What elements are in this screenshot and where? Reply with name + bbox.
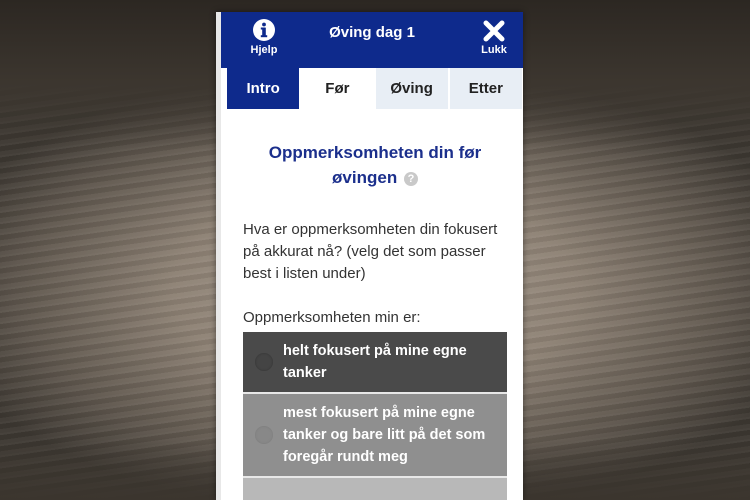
- main-content: Oppmerksomheten din før øvingen ? Hva er…: [221, 140, 523, 500]
- tab-oving[interactable]: Øving: [375, 68, 448, 109]
- option-item[interactable]: helt fokusert på mine egne tanker: [243, 332, 507, 394]
- help-label: Hjelp: [250, 44, 278, 56]
- header-bar: Hjelp Øving dag 1 Lukk: [221, 12, 523, 68]
- answer-label: Oppmerksomheten min er:: [243, 309, 421, 326]
- radio-button-icon[interactable]: [255, 353, 273, 371]
- close-button[interactable]: Lukk: [469, 18, 519, 56]
- option-list: helt fokusert på mine egne tanker mest f…: [243, 332, 507, 500]
- section-title-line2: øvingen: [332, 168, 398, 187]
- close-label: Lukk: [481, 44, 507, 56]
- tab-etter[interactable]: Etter: [449, 68, 522, 109]
- section-title: Oppmerksomheten din før øvingen ?: [243, 140, 507, 190]
- app-window: Hjelp Øving dag 1 Lukk Intro Før Øving E…: [216, 12, 523, 500]
- x-icon: [483, 20, 505, 42]
- option-label: helt fokusert på mine egne tanker: [283, 343, 467, 381]
- tab-intro[interactable]: Intro: [227, 68, 300, 109]
- option-label: mest fokusert på mine egne tanker og bar…: [283, 405, 486, 465]
- tab-for[interactable]: Før: [301, 68, 374, 109]
- option-item[interactable]: [243, 478, 507, 500]
- question-text: Hva er oppmerksomheten din fokusert på a…: [243, 221, 498, 282]
- option-item[interactable]: mest fokusert på mine egne tanker og bar…: [243, 394, 507, 478]
- question-mark-icon[interactable]: ?: [403, 172, 418, 186]
- section-title-line1: Oppmerksomheten din før: [268, 143, 482, 162]
- tab-bar: Intro Før Øving Etter: [221, 68, 523, 110]
- radio-button-icon[interactable]: [255, 426, 273, 444]
